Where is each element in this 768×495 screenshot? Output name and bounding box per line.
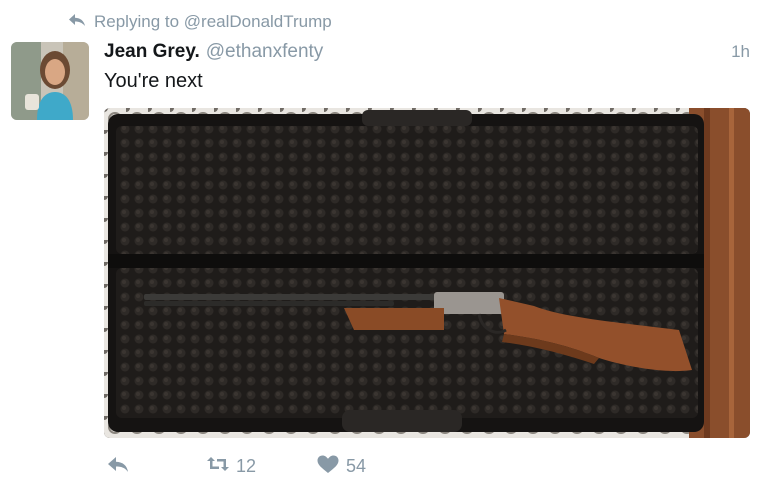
- like-button[interactable]: 54: [316, 454, 366, 479]
- retweet-icon: [206, 454, 230, 479]
- reply-context-icon: [68, 12, 86, 33]
- like-count: 54: [346, 455, 367, 476]
- retweet-count: 12: [236, 455, 257, 476]
- reply-button[interactable]: [106, 454, 130, 479]
- user-handle[interactable]: @ethanxfenty: [206, 41, 324, 63]
- tweet-text: You're next: [104, 70, 203, 92]
- reply-icon: [106, 454, 130, 479]
- reply-context-text[interactable]: Replying to @realDonaldTrump: [94, 12, 332, 32]
- heart-icon: [316, 454, 340, 479]
- reply-context: Replying to @realDonaldTrump: [68, 10, 332, 34]
- retweet-button[interactable]: 12: [206, 454, 256, 479]
- tweet-media-photo[interactable]: [104, 108, 750, 438]
- display-name[interactable]: Jean Grey.: [104, 41, 200, 63]
- tweet-header: Jean Grey. @ethanxfenty 1h: [104, 41, 750, 67]
- avatar[interactable]: [11, 42, 89, 120]
- timestamp[interactable]: 1h: [731, 42, 750, 62]
